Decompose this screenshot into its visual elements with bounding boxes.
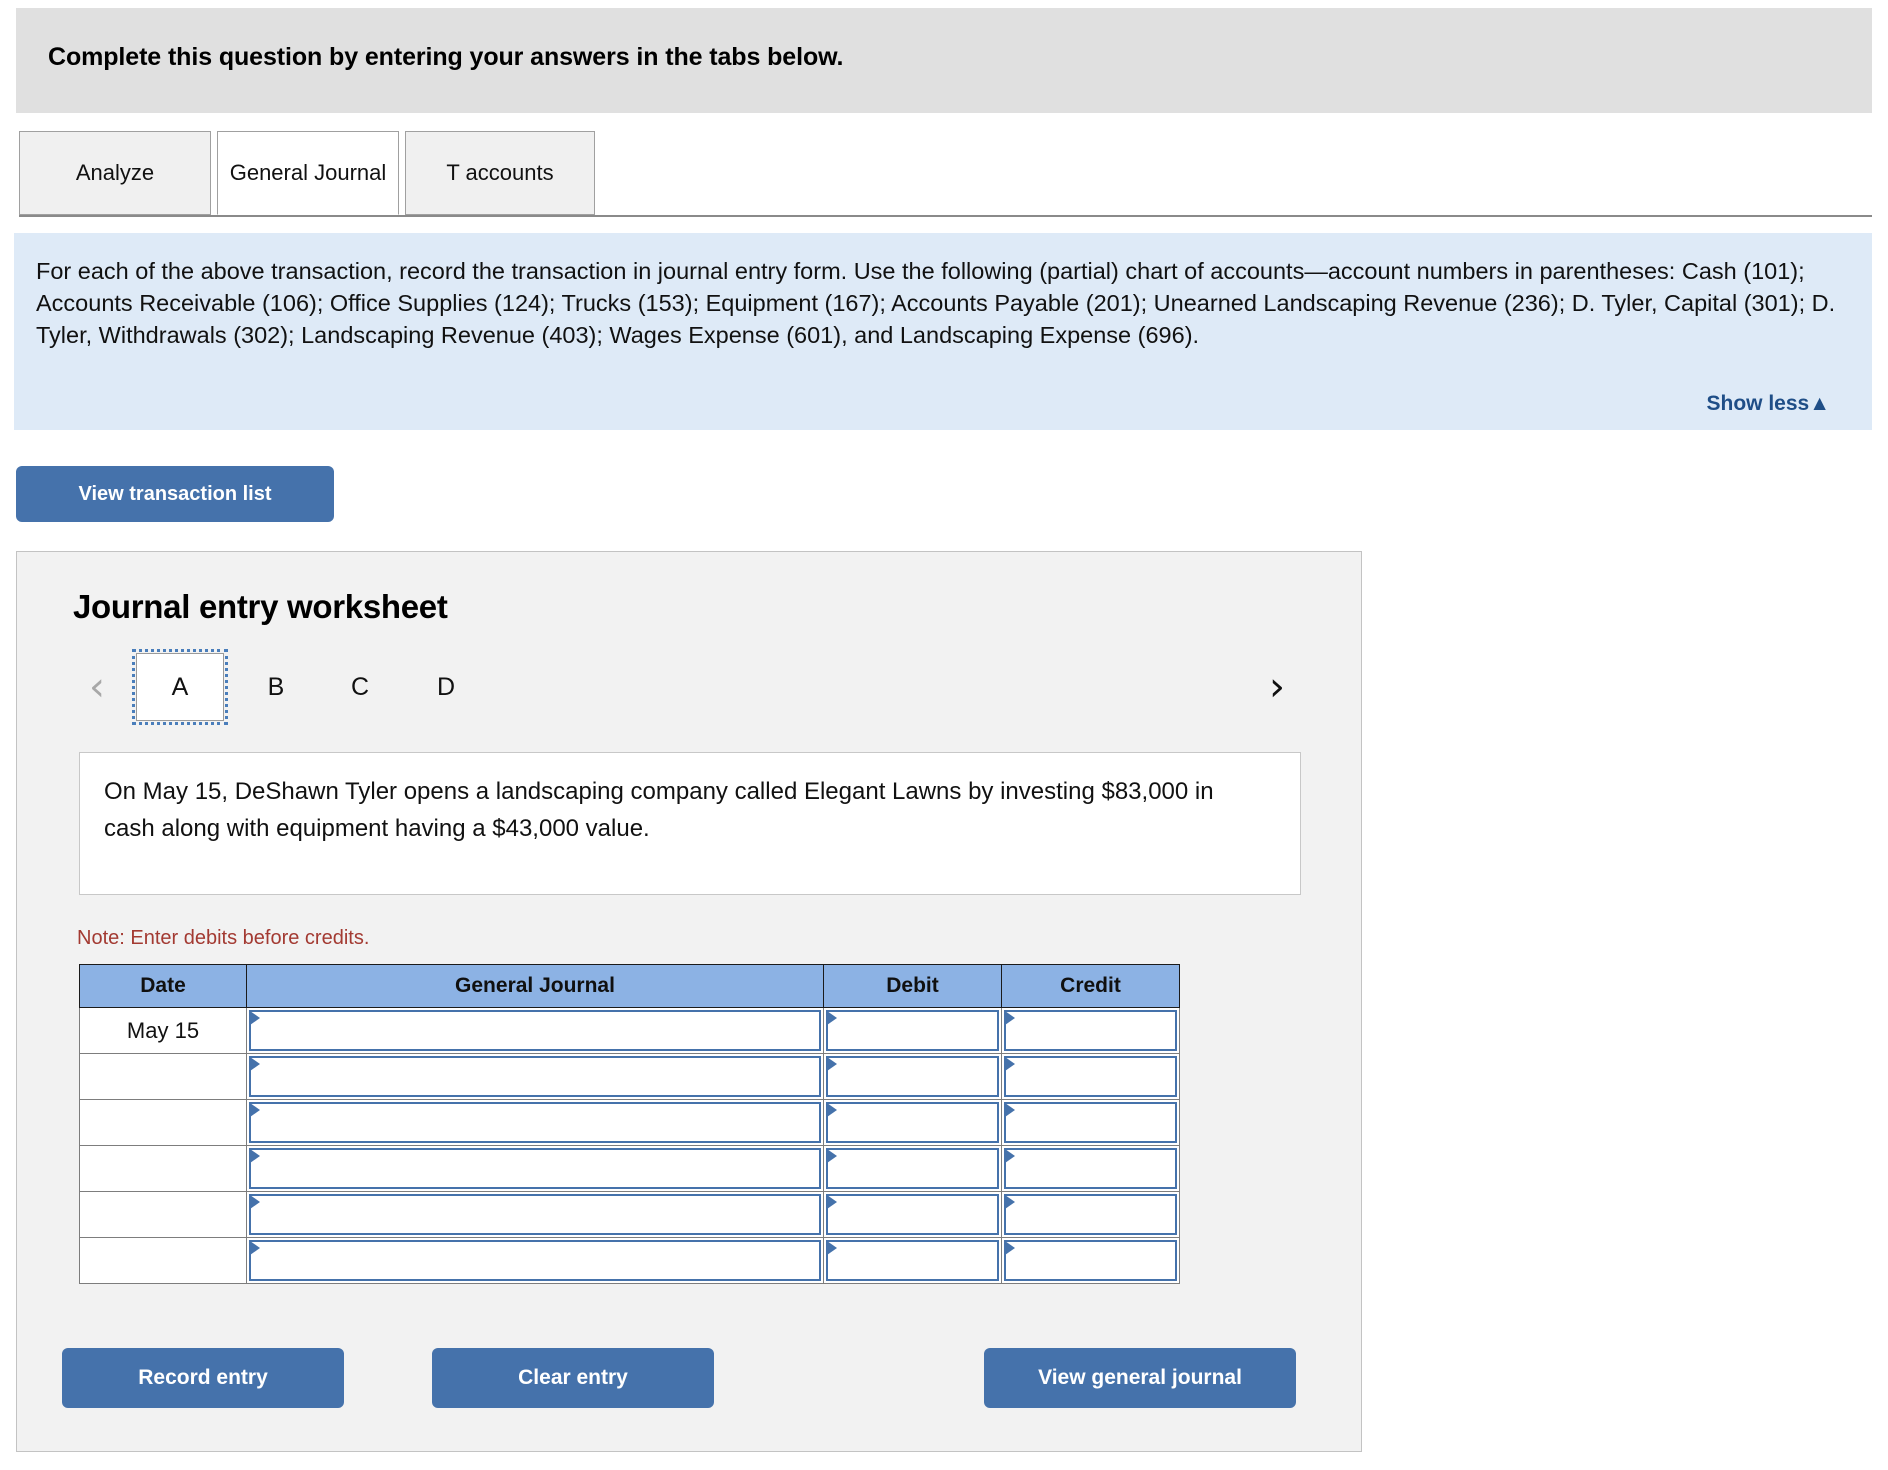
- general-journal-input[interactable]: [246, 1237, 824, 1284]
- tab-t-accounts[interactable]: T accounts: [405, 131, 595, 215]
- column-header-date: Date: [79, 964, 247, 1008]
- instructions-text: For each of the above transaction, recor…: [36, 258, 1836, 348]
- credit-input[interactable]: [1001, 1191, 1180, 1238]
- credit-input-value[interactable]: [1004, 1240, 1177, 1281]
- transaction-description-text: On May 15, DeShawn Tyler opens a landsca…: [104, 778, 1214, 842]
- tab-strip-underline: [19, 215, 1872, 217]
- date-cell[interactable]: May 15: [79, 1007, 247, 1054]
- worksheet-page-d[interactable]: D: [413, 653, 479, 721]
- debit-input-value[interactable]: [826, 1194, 999, 1235]
- date-cell[interactable]: [79, 1099, 247, 1146]
- worksheet-page-b-label: B: [267, 672, 285, 701]
- general-journal-input[interactable]: [246, 1145, 824, 1192]
- debit-input[interactable]: [823, 1007, 1002, 1054]
- general-journal-input-value[interactable]: [249, 1148, 821, 1189]
- date-cell[interactable]: [79, 1053, 247, 1100]
- journal-entry-table: Date General Journal Debit Credit May 15: [79, 964, 1180, 1284]
- credit-input[interactable]: [1001, 1099, 1180, 1146]
- table-row: [79, 1191, 1180, 1238]
- worksheet-page-c-label: C: [350, 672, 370, 701]
- instructions-panel: For each of the above transaction, recor…: [14, 233, 1872, 430]
- debit-input-value[interactable]: [826, 1056, 999, 1097]
- credit-input-value[interactable]: [1004, 1194, 1177, 1235]
- general-journal-input[interactable]: [246, 1099, 824, 1146]
- column-header-debit: Debit: [823, 964, 1002, 1008]
- general-journal-input[interactable]: [246, 1053, 824, 1100]
- banner-title: Complete this question by entering your …: [48, 43, 844, 71]
- date-cell[interactable]: [79, 1237, 247, 1284]
- tab-analyze-label: Analyze: [75, 160, 155, 186]
- chevron-right-icon[interactable]: ›: [1259, 661, 1295, 713]
- tab-general-journal[interactable]: General Journal: [217, 131, 399, 215]
- date-cell[interactable]: [79, 1145, 247, 1192]
- debit-input[interactable]: [823, 1145, 1002, 1192]
- debit-input[interactable]: [823, 1191, 1002, 1238]
- record-entry-button[interactable]: Record entry: [62, 1348, 344, 1408]
- tab-analyze[interactable]: Analyze: [19, 131, 211, 215]
- worksheet-pager: ‹ A B C D ›: [73, 649, 1309, 727]
- credit-input[interactable]: [1001, 1237, 1180, 1284]
- debit-input[interactable]: [823, 1237, 1002, 1284]
- show-less-link[interactable]: Show less▲: [1707, 392, 1831, 416]
- table-row: [79, 1099, 1180, 1146]
- table-row: [79, 1145, 1180, 1192]
- view-general-journal-button[interactable]: View general journal: [984, 1348, 1296, 1408]
- credit-input[interactable]: [1001, 1053, 1180, 1100]
- general-journal-input-value[interactable]: [249, 1194, 821, 1235]
- table-row: [79, 1053, 1180, 1100]
- debit-input-value[interactable]: [826, 1240, 999, 1281]
- general-journal-input-value[interactable]: [249, 1056, 821, 1097]
- credit-input-value[interactable]: [1004, 1010, 1177, 1051]
- credit-input[interactable]: [1001, 1007, 1180, 1054]
- debit-input-value[interactable]: [826, 1010, 999, 1051]
- worksheet-title: Journal entry worksheet: [73, 588, 448, 625]
- date-cell[interactable]: [79, 1191, 247, 1238]
- general-journal-input-value[interactable]: [249, 1102, 821, 1143]
- worksheet-page-b[interactable]: B: [243, 653, 309, 721]
- journal-entry-worksheet-panel: Journal entry worksheet ‹ A B C D › On M…: [16, 551, 1362, 1452]
- clear-entry-button[interactable]: Clear entry: [432, 1348, 714, 1408]
- tab-strip: Analyze General Journal T accounts: [19, 131, 1872, 217]
- table-row: [79, 1237, 1180, 1284]
- chevron-left-icon[interactable]: ‹: [79, 661, 115, 713]
- worksheet-page-d-label: D: [436, 672, 456, 701]
- table-header-row: Date General Journal Debit Credit: [79, 964, 1180, 1008]
- debit-input-value[interactable]: [826, 1148, 999, 1189]
- credit-input-value[interactable]: [1004, 1148, 1177, 1189]
- transaction-description-box: On May 15, DeShawn Tyler opens a landsca…: [79, 752, 1301, 895]
- debit-input-value[interactable]: [826, 1102, 999, 1143]
- column-header-general-journal: General Journal: [246, 964, 824, 1008]
- credit-input-value[interactable]: [1004, 1056, 1177, 1097]
- view-transaction-list-button[interactable]: View transaction list: [16, 466, 334, 522]
- credit-input[interactable]: [1001, 1145, 1180, 1192]
- worksheet-page-a[interactable]: A: [132, 649, 228, 725]
- column-header-credit: Credit: [1001, 964, 1180, 1008]
- debit-input[interactable]: [823, 1099, 1002, 1146]
- table-row: May 15: [79, 1007, 1180, 1054]
- general-journal-input[interactable]: [246, 1007, 824, 1054]
- tab-general-journal-label: General Journal: [229, 160, 387, 186]
- tab-t-accounts-label: T accounts: [446, 160, 554, 186]
- general-journal-input[interactable]: [246, 1191, 824, 1238]
- credit-input-value[interactable]: [1004, 1102, 1177, 1143]
- debits-before-credits-note: Note: Enter debits before credits.: [77, 927, 370, 949]
- general-journal-input-value[interactable]: [249, 1010, 821, 1051]
- worksheet-page-c[interactable]: C: [327, 653, 393, 721]
- worksheet-page-a-label: A: [171, 672, 189, 701]
- general-journal-input-value[interactable]: [249, 1240, 821, 1281]
- debit-input[interactable]: [823, 1053, 1002, 1100]
- question-banner: Complete this question by entering your …: [16, 8, 1872, 113]
